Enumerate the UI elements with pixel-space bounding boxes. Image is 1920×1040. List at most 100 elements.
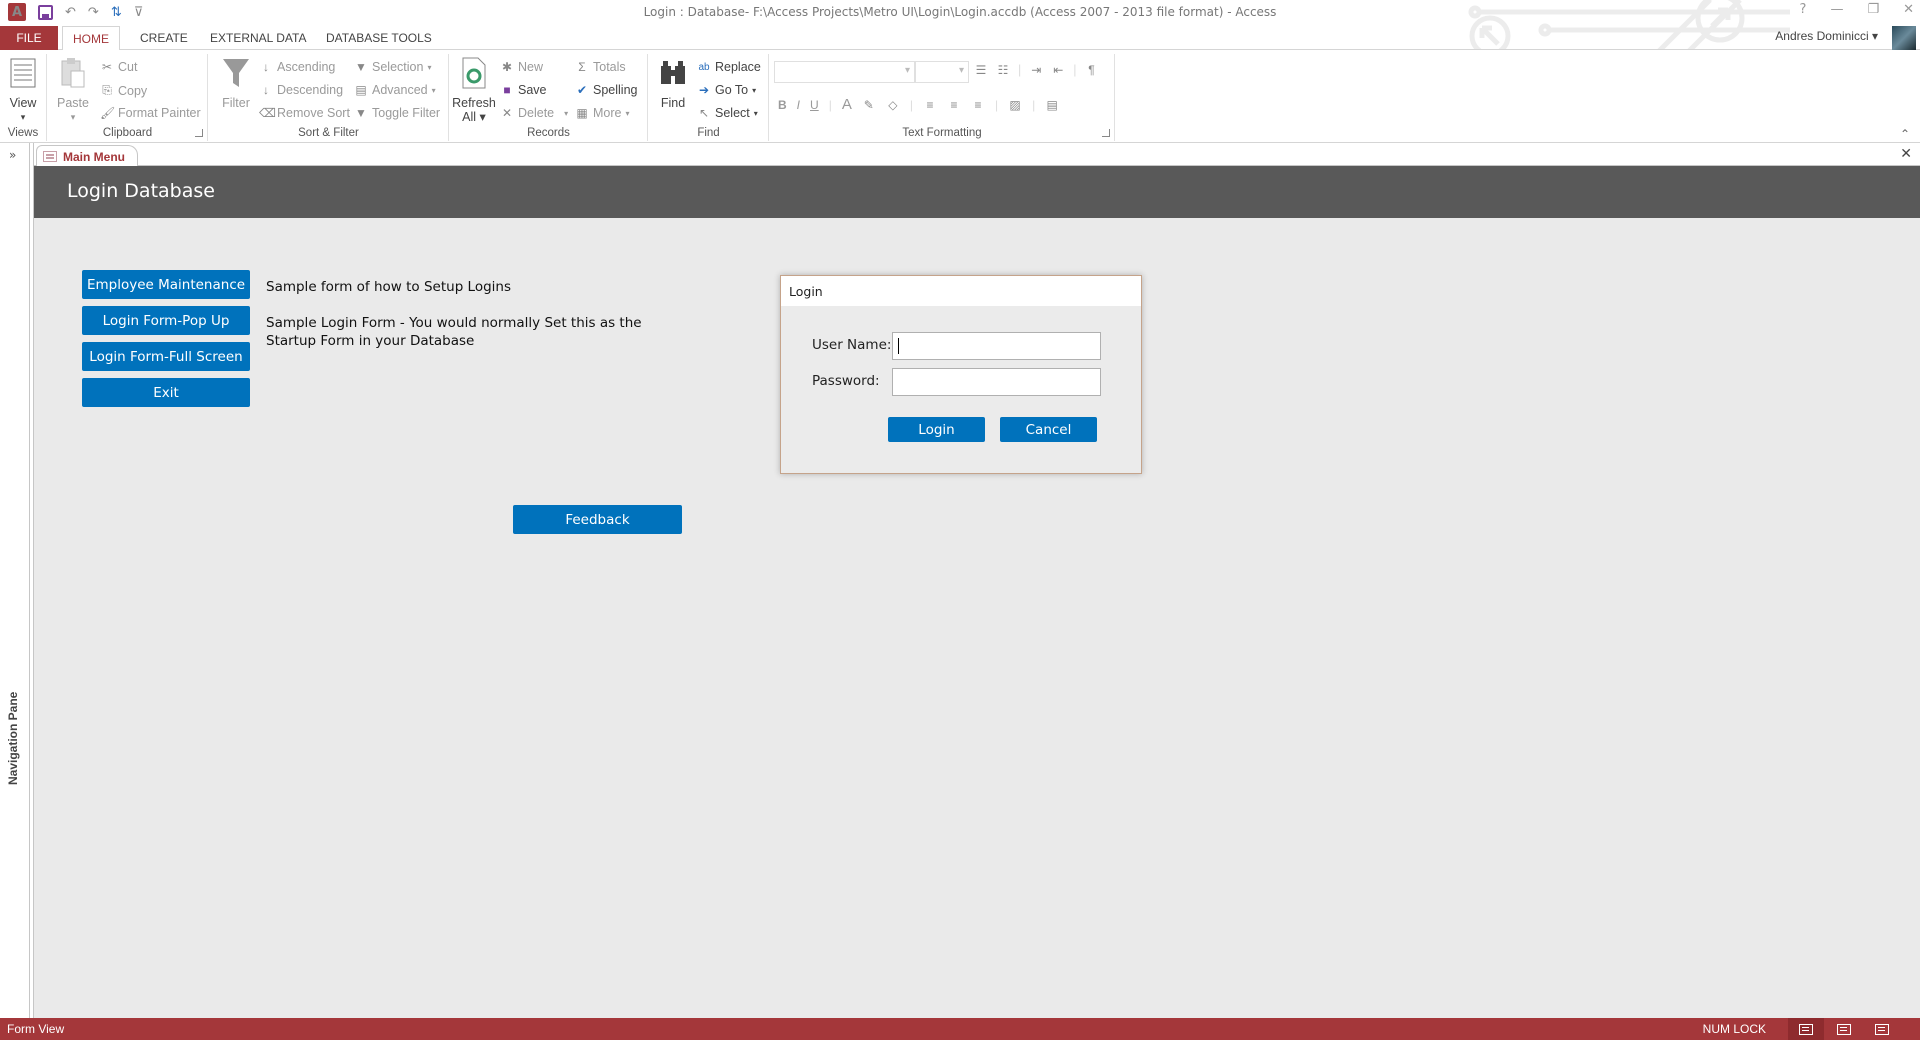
font-color-button[interactable]: A	[842, 96, 852, 113]
advanced-filter-icon: ▤	[355, 83, 367, 97]
remove-sort-button[interactable]: ⌫ Remove Sort	[259, 106, 350, 120]
username-label: User Name:	[812, 337, 892, 353]
advanced-button[interactable]: ▤ Advanced ▾	[354, 83, 435, 97]
spelling-button[interactable]: ✔ Spelling	[575, 83, 638, 97]
ascending-button[interactable]: ↓ Ascending	[259, 60, 335, 74]
group-label-find: Find	[697, 127, 720, 139]
increase-indent-icon[interactable]: ⇥	[1029, 63, 1043, 77]
view-icon	[8, 56, 38, 90]
login-button[interactable]: Login	[888, 417, 985, 442]
window-controls: ? — ❐ ✕	[1800, 2, 1914, 17]
paste-button[interactable]: Paste ▾	[57, 56, 89, 124]
copy-button[interactable]: ⎘ Copy	[100, 83, 147, 98]
select-button[interactable]: ↖ Select ▾	[697, 106, 758, 120]
login-form-fullscreen-button[interactable]: Login Form-Full Screen	[82, 342, 250, 371]
cut-button[interactable]: ✂ Cut	[100, 60, 137, 74]
alternate-row-color-icon[interactable]: ▤	[1045, 98, 1059, 112]
totals-label: Totals	[593, 60, 626, 74]
view-button[interactable]: View ▾	[8, 56, 38, 124]
restore-button[interactable]: ❐	[1867, 2, 1879, 17]
italic-button[interactable]: I	[797, 98, 800, 112]
refresh-all-button[interactable]: Refresh All ▾	[452, 56, 496, 124]
more-button[interactable]: ▦ More ▾	[575, 106, 629, 120]
advanced-label: Advanced	[372, 83, 428, 97]
format-painter-label: Format Painter	[118, 106, 201, 120]
selection-button[interactable]: ▼ Selection ▾	[354, 60, 431, 74]
login-form-popup-button[interactable]: Login Form-Pop Up	[82, 306, 250, 335]
navigation-pane-label[interactable]: Navigation Pane	[6, 692, 20, 785]
group-records: Refresh All ▾ ✱ New ■ Save ✕ Delete ▾ Σ Total…	[450, 54, 648, 141]
password-label: Password:	[812, 373, 880, 389]
toggle-filter-icon: ▼	[355, 106, 367, 120]
delete-icon: ✕	[501, 106, 513, 120]
status-view-text: Form View	[7, 1022, 65, 1036]
cut-label: Cut	[118, 60, 138, 74]
username-input[interactable]	[892, 332, 1101, 360]
navigation-pane[interactable]: » Navigation Pane	[0, 143, 30, 1018]
bold-button[interactable]: B	[778, 98, 787, 112]
replace-label: Replace	[715, 60, 761, 74]
descending-label: Descending	[277, 83, 344, 97]
datasheet-view-button[interactable]	[1826, 1018, 1862, 1040]
find-button[interactable]: Find	[658, 56, 688, 110]
cancel-button[interactable]: Cancel	[1000, 417, 1097, 442]
bullets-icon[interactable]: ☰	[974, 63, 988, 77]
tab-create[interactable]: CREATE	[130, 26, 198, 50]
underline-button[interactable]: U	[810, 98, 819, 112]
tab-database-tools[interactable]: DATABASE TOOLS	[316, 26, 442, 50]
toggle-filter-button[interactable]: ▼ Toggle Filter	[354, 106, 440, 120]
employee-maintenance-button[interactable]: Employee Maintenance	[82, 270, 250, 299]
avatar[interactable]	[1892, 26, 1916, 50]
goto-button[interactable]: ➔ Go To ▾	[697, 83, 756, 97]
delete-label: Delete	[518, 106, 555, 120]
decrease-indent-icon[interactable]: ⇤	[1051, 63, 1065, 77]
gridlines-icon[interactable]: ▨	[1008, 98, 1022, 112]
format-painter-button[interactable]: 🖌 Format Painter	[100, 106, 201, 120]
highlight-icon[interactable]: ✎	[862, 98, 876, 112]
save-record-button[interactable]: ■ Save	[500, 83, 546, 97]
ribbon-tabs: FILE HOME CREATE EXTERNAL DATA DATABASE …	[0, 26, 1920, 51]
align-left-icon[interactable]: ≡	[923, 98, 937, 112]
exit-button[interactable]: Exit	[82, 378, 250, 407]
expand-nav-icon[interactable]: »	[9, 148, 16, 162]
goto-label: Go To	[715, 83, 749, 97]
filter-button[interactable]: Filter	[218, 56, 254, 110]
font-name-combo[interactable]	[774, 61, 915, 83]
design-view-button[interactable]	[1864, 1018, 1900, 1040]
text-formatting-launcher-icon[interactable]	[1102, 129, 1110, 137]
totals-button[interactable]: Σ Totals	[575, 60, 626, 74]
delete-record-button[interactable]: ✕ Delete ▾	[500, 106, 568, 120]
close-document-icon[interactable]: ✕	[1900, 146, 1912, 162]
form-view-button[interactable]	[1788, 1018, 1824, 1040]
tab-main-menu[interactable]: Main Menu	[36, 145, 138, 167]
fill-color-icon[interactable]: ◇	[886, 98, 900, 112]
user-name[interactable]: Andres Dominicci ▾	[1775, 29, 1878, 43]
help-button[interactable]: ?	[1800, 2, 1807, 17]
collapse-ribbon-icon[interactable]: ⌃	[1900, 127, 1910, 141]
copy-label: Copy	[118, 83, 148, 98]
font-size-combo[interactable]	[915, 61, 969, 83]
minimize-button[interactable]: —	[1830, 2, 1843, 17]
new-record-button[interactable]: ✱ New	[500, 60, 543, 74]
tab-external-data[interactable]: EXTERNAL DATA	[200, 26, 316, 50]
tab-home[interactable]: HOME	[62, 26, 120, 51]
descending-button[interactable]: ↓ Descending	[259, 83, 343, 97]
spelling-check-icon: ✔	[576, 83, 588, 97]
filter-label: Filter	[222, 96, 250, 110]
find-label: Find	[660, 96, 686, 110]
align-right-icon[interactable]: ≡	[971, 98, 985, 112]
scissors-icon: ✂	[101, 60, 113, 74]
group-views: View ▾ Views	[0, 54, 47, 141]
align-center-icon[interactable]: ≡	[947, 98, 961, 112]
close-window-button[interactable]: ✕	[1903, 2, 1914, 17]
numbering-icon[interactable]: ☷	[996, 63, 1010, 77]
datasheet-view-icon	[1837, 1023, 1851, 1035]
more-label: More	[593, 106, 622, 120]
replace-button[interactable]: ab Replace	[697, 60, 761, 74]
tab-file[interactable]: FILE	[0, 26, 58, 50]
paragraph-icon[interactable]: ¶	[1085, 63, 1099, 77]
user-name-text: Andres Dominicci	[1775, 29, 1869, 43]
clipboard-launcher-icon[interactable]	[195, 129, 203, 137]
feedback-button[interactable]: Feedback	[513, 505, 682, 534]
password-input[interactable]	[892, 368, 1101, 396]
